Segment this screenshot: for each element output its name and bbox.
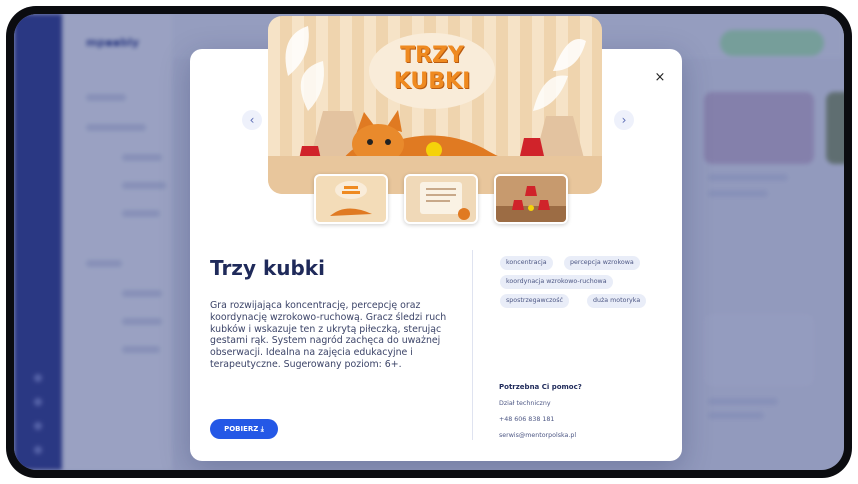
game-description: Gra rozwijająca koncentrację, percepcję … xyxy=(210,300,447,370)
game-title: Trzy kubki xyxy=(210,256,325,280)
column-divider xyxy=(472,250,473,440)
download-button[interactable]: POBIERZ ⤓ xyxy=(210,419,278,439)
device-frame: mp▪▪bly TRZY KUBKI ‹ › × Trzy kubki Gra … xyxy=(6,6,852,478)
thumbnail-1[interactable] xyxy=(314,174,388,224)
app-screen: mp▪▪bly TRZY KUBKI ‹ › × Trzy kubki Gra … xyxy=(14,14,844,470)
close-icon: × xyxy=(654,70,666,85)
thumbnail-3[interactable] xyxy=(494,174,568,224)
prev-image-button[interactable]: ‹ xyxy=(242,110,262,130)
hero-title-line1: TRZY xyxy=(400,43,464,68)
tag-percepcja-wzrokowa: percepcja wzrokowa xyxy=(564,256,640,270)
tag-koncentracja: koncentracja xyxy=(500,256,553,270)
hero-title: TRZY KUBKI xyxy=(369,43,495,95)
chevron-right-icon: › xyxy=(621,113,627,127)
tag-koordynacja: koordynacja wzrokowo-ruchowa xyxy=(500,275,613,289)
tag-spostrzegawczosc: spostrzegawczość xyxy=(500,294,570,308)
help-phone[interactable]: +48 606 838 181 xyxy=(499,416,554,423)
next-image-button[interactable]: › xyxy=(614,110,634,130)
help-email[interactable]: serwis@mentorpolska.pl xyxy=(499,432,576,439)
tag-duza-motoryka: duża motoryka xyxy=(587,294,647,308)
hero-title-line2: KUBKI xyxy=(393,69,471,94)
thumbnail-2[interactable] xyxy=(404,174,478,224)
help-title: Potrzebna Ci pomoc? xyxy=(499,383,582,391)
help-department: Dział techniczny xyxy=(499,400,551,407)
close-button[interactable]: × xyxy=(652,70,668,86)
chevron-left-icon: ‹ xyxy=(249,113,255,127)
